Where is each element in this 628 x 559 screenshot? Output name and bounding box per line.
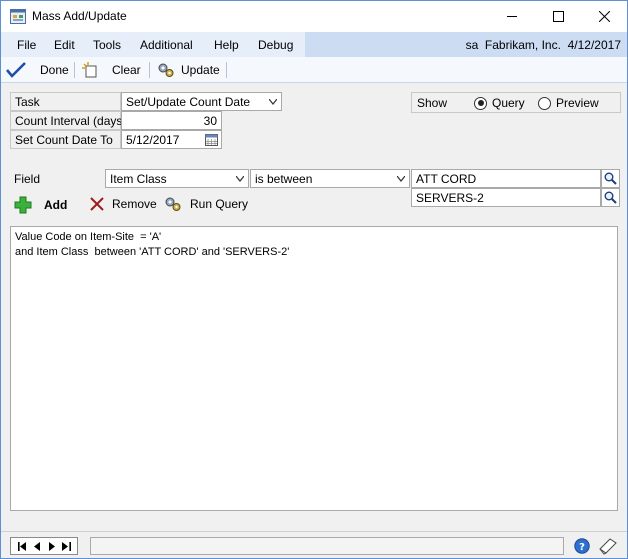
svg-text:?: ? — [579, 542, 585, 553]
record-navigation — [10, 537, 78, 555]
toolbar: Done Clear Update — [1, 57, 627, 83]
note-icon[interactable] — [598, 537, 618, 555]
chevron-down-icon — [236, 176, 244, 182]
mass-add-update-window: Mass Add/Update File Edit Tools Addition… — [0, 0, 628, 559]
status-bar: ? — [1, 531, 627, 558]
radio-unselected-icon — [538, 96, 551, 110]
run-query-button[interactable]: Run Query — [164, 196, 248, 212]
task-select-value: Set/Update Count Date — [126, 95, 251, 109]
app-window-icon — [10, 9, 26, 24]
run-query-label: Run Query — [190, 197, 249, 211]
menu-edit[interactable]: Edit — [54, 38, 75, 52]
calendar-icon[interactable] — [205, 134, 218, 146]
from-value-input[interactable]: ATT CORD — [411, 169, 601, 188]
clear-label: Clear — [112, 63, 141, 77]
preview-radio[interactable]: Preview — [538, 96, 599, 110]
clear-document-icon — [82, 62, 97, 78]
field-label: Field — [14, 172, 41, 186]
window-title: Mass Add/Update — [32, 9, 127, 23]
previous-record-icon[interactable] — [33, 541, 41, 551]
show-label: Show — [417, 96, 448, 110]
done-label: Done — [40, 63, 69, 77]
minimize-button[interactable] — [489, 1, 535, 32]
next-record-icon[interactable] — [48, 541, 55, 551]
menu-bar: File Edit Tools Additional Help Debug sa… — [1, 32, 627, 57]
title-bar: Mass Add/Update — [1, 1, 627, 32]
toolbar-separator — [149, 62, 150, 78]
from-lookup-button[interactable] — [601, 169, 620, 188]
to-lookup-button[interactable] — [601, 188, 620, 207]
maximize-button[interactable] — [535, 1, 581, 32]
menu-file[interactable]: File — [17, 38, 36, 52]
close-icon — [598, 11, 610, 22]
count-date-input[interactable]: 5/12/2017 — [121, 130, 222, 149]
add-button[interactable]: Add — [14, 196, 67, 214]
status-field — [90, 537, 564, 555]
preview-radio-label: Preview — [556, 96, 599, 110]
close-button[interactable] — [581, 1, 627, 32]
menu-additional[interactable]: Additional — [140, 38, 193, 52]
show-option-group: Show Query Preview — [411, 92, 621, 113]
user-company-date: sa Fabrikam, Inc. 4/12/2017 — [465, 38, 621, 52]
count-date-label: Set Count Date To — [10, 130, 121, 149]
gears-icon — [158, 63, 174, 77]
menu-tools[interactable]: Tools — [93, 38, 121, 52]
menu-debug[interactable]: Debug — [258, 38, 293, 52]
clear-button[interactable]: Clear — [82, 61, 141, 79]
task-label: Task — [10, 92, 121, 111]
query-text-area[interactable]: Value Code on Item-Site = 'A' and Item C… — [10, 226, 618, 511]
update-label: Update — [181, 63, 220, 77]
first-record-icon[interactable] — [17, 541, 27, 551]
remove-label: Remove — [112, 197, 157, 211]
operator-select[interactable]: is between — [250, 169, 410, 188]
query-radio-label: Query — [492, 96, 525, 110]
gears-icon — [165, 197, 181, 211]
magnifier-icon — [604, 172, 617, 185]
field-select-value: Item Class — [110, 172, 167, 186]
plus-icon — [14, 196, 32, 214]
query-radio[interactable]: Query — [474, 96, 525, 110]
done-button[interactable]: Done — [6, 61, 69, 79]
count-interval-input[interactable]: 30 — [121, 111, 222, 130]
toolbar-separator — [74, 62, 75, 78]
count-date-value: 5/12/2017 — [126, 133, 180, 147]
form-area: Task Set/Update Count Date Show Query Pr… — [1, 84, 627, 531]
magnifier-icon — [604, 191, 617, 204]
menu-help[interactable]: Help — [214, 38, 239, 52]
task-select[interactable]: Set/Update Count Date — [121, 92, 282, 111]
update-button[interactable]: Update — [157, 61, 220, 79]
operator-select-value: is between — [255, 172, 313, 186]
last-record-icon[interactable] — [61, 541, 71, 551]
minimize-icon — [506, 16, 517, 17]
to-value-input[interactable]: SERVERS-2 — [411, 188, 601, 207]
toolbar-separator — [226, 62, 227, 78]
query-line: Value Code on Item-Site = 'A' — [15, 231, 162, 243]
field-select[interactable]: Item Class — [105, 169, 249, 188]
checkmark-icon — [6, 62, 26, 78]
remove-button[interactable]: Remove — [90, 197, 157, 211]
chevron-down-icon — [397, 176, 405, 182]
count-interval-label: Count Interval (days) — [10, 111, 126, 130]
radio-selected-icon — [474, 96, 487, 110]
chevron-down-icon — [269, 99, 277, 105]
help-icon[interactable]: ? — [574, 538, 590, 554]
add-label: Add — [44, 198, 68, 212]
remove-x-icon — [90, 197, 104, 211]
maximize-icon — [552, 11, 564, 22]
query-line: and Item Class between 'ATT CORD' and 'S… — [15, 246, 290, 258]
